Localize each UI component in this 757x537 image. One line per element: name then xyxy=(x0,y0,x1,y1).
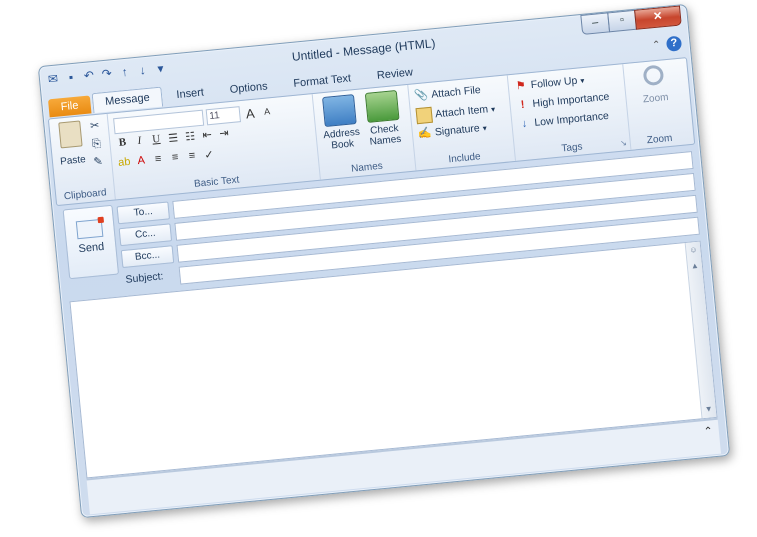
names-group: Address Book Check Names Names xyxy=(311,84,417,180)
minimize-button[interactable]: – xyxy=(580,12,611,35)
attach-file-button[interactable]: 📎 Attach File xyxy=(414,83,482,103)
grow-font-icon[interactable]: A xyxy=(243,105,258,121)
address-book-button[interactable]: Address Book xyxy=(318,94,363,153)
chevron-down-icon: ▾ xyxy=(490,104,496,114)
paste-icon xyxy=(58,120,83,149)
italic-icon[interactable]: I xyxy=(132,134,147,148)
check-names-button[interactable]: Check Names xyxy=(360,89,407,149)
increase-indent-icon[interactable]: ⇥ xyxy=(216,126,231,140)
spelling-icon[interactable]: ✓ xyxy=(201,148,216,162)
zoom-group: Zoom Zoom xyxy=(622,59,690,150)
subject-label: Subject: xyxy=(125,270,164,286)
send-button[interactable]: Send xyxy=(62,204,120,280)
font-size-combo[interactable]: 11 xyxy=(205,106,242,126)
copy-icon[interactable]: ⎘ xyxy=(89,136,104,151)
underline-icon[interactable]: U xyxy=(149,133,164,147)
message-window: ✉ ▪ ↶ ↷ ↑ ↓ ▾ Untitled - Message (HTML) … xyxy=(37,3,731,519)
align-right-icon[interactable]: ≡ xyxy=(185,149,200,163)
vertical-scrollbar[interactable]: ☺ ▲ ▼ xyxy=(684,241,717,419)
paperclip-icon: 📎 xyxy=(413,89,429,103)
align-center-icon[interactable]: ≡ xyxy=(168,151,183,165)
help-area: ⌃ ? xyxy=(651,35,683,54)
zoom-button[interactable]: Zoom xyxy=(633,63,677,106)
address-book-icon xyxy=(322,94,357,128)
magnifier-icon xyxy=(642,64,665,87)
low-importance-button[interactable]: ↓ Low Importance xyxy=(517,109,610,132)
font-color-icon[interactable]: A xyxy=(134,154,149,168)
align-left-icon[interactable]: ≡ xyxy=(151,153,166,167)
down-arrow-icon: ↓ xyxy=(521,117,528,131)
bullets-icon[interactable]: ☰ xyxy=(166,131,181,145)
cut-icon[interactable]: ✂ xyxy=(87,118,102,133)
include-group: 📎 Attach File Attach Item ▾ ✍ Signature … xyxy=(407,75,517,171)
emoji-icon[interactable]: ☺ xyxy=(687,244,700,257)
format-painter-icon[interactable]: ✎ xyxy=(91,154,106,169)
expand-pane-icon[interactable]: ⌃ xyxy=(703,424,713,438)
clipboard-group: Paste ✂ ⎘ ✎ Clipboard xyxy=(48,113,116,206)
send-envelope-icon xyxy=(75,218,104,240)
tags-group: ⚑ Follow Up ▾ ! High Importance ↓ Low Im… xyxy=(506,64,632,161)
attach-item-icon xyxy=(415,106,433,125)
help-icon[interactable]: ? xyxy=(665,35,683,52)
shrink-font-icon[interactable]: A xyxy=(260,106,275,117)
paste-button[interactable]: Paste xyxy=(55,120,87,168)
follow-up-button[interactable]: ⚑ Follow Up ▾ xyxy=(513,73,585,94)
maximize-button[interactable]: ▫ xyxy=(607,9,637,33)
check-names-icon xyxy=(364,89,400,123)
to-button[interactable]: To... xyxy=(116,201,171,225)
numbering-icon[interactable]: ☷ xyxy=(183,129,198,144)
decrease-indent-icon[interactable]: ⇤ xyxy=(200,128,215,142)
highlight-icon[interactable]: ab xyxy=(117,156,132,170)
cc-button[interactable]: Cc... xyxy=(118,223,173,247)
scroll-up-icon[interactable]: ▲ xyxy=(688,260,701,273)
scroll-down-icon[interactable]: ▼ xyxy=(702,403,715,416)
exclamation-icon: ! xyxy=(520,98,526,112)
chevron-down-icon: ▾ xyxy=(579,75,585,85)
paste-label: Paste xyxy=(59,154,87,168)
chevron-down-icon: ▾ xyxy=(482,123,488,133)
flag-icon: ⚑ xyxy=(515,79,527,93)
minimize-ribbon-icon[interactable]: ⌃ xyxy=(652,40,661,52)
bold-icon[interactable]: B xyxy=(115,136,130,150)
signature-button[interactable]: ✍ Signature ▾ xyxy=(417,121,488,142)
signature-icon: ✍ xyxy=(417,126,433,141)
bcc-button[interactable]: Bcc... xyxy=(120,245,175,269)
